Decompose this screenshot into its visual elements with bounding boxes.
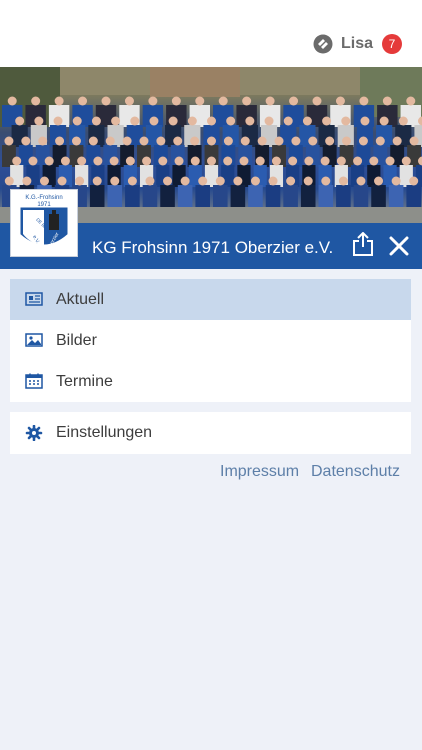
menu-item-label: Aktuell — [56, 290, 105, 308]
footer-links: Impressum Datenschutz — [0, 463, 422, 485]
app-logo-icon — [313, 34, 333, 54]
menu-item-termine[interactable]: Termine — [10, 361, 411, 402]
close-icon[interactable] — [389, 236, 409, 256]
main-menu: Aktuell Bilder Termine — [10, 279, 411, 402]
datenschutz-link[interactable]: Datenschutz — [311, 463, 400, 481]
menu-item-label: Termine — [56, 372, 113, 390]
menu-item-label: Bilder — [56, 331, 97, 349]
club-name: KG Frohsinn 1971 Oberzier e.V. — [92, 238, 334, 257]
logo-text-2: 1971 — [37, 202, 51, 208]
impressum-link[interactable]: Impressum — [220, 463, 299, 481]
menu-item-label: Einstellungen — [56, 424, 153, 441]
user-name: Lisa — [340, 35, 373, 52]
menu-item-einstellungen[interactable]: Einstellungen — [10, 412, 411, 454]
top-bar: Lisa 7 — [0, 0, 422, 67]
user-chip[interactable]: Lisa 7 — [313, 33, 402, 55]
calendar-icon — [25, 373, 43, 389]
newspaper-icon — [25, 292, 43, 306]
menu-item-aktuell[interactable]: Aktuell — [10, 279, 411, 320]
image-icon — [25, 333, 43, 347]
gear-icon — [25, 425, 43, 441]
settings-menu: Einstellungen — [10, 412, 411, 454]
share-icon[interactable] — [352, 232, 374, 256]
logo-text-1: K.G.-Frohsinn — [25, 195, 62, 201]
notification-badge: 7 — [382, 34, 402, 54]
club-logo: K.G.-Frohsinn 1971 DE BAACH Oberzier e.V… — [10, 189, 78, 257]
menu-item-bilder[interactable]: Bilder — [10, 320, 411, 361]
